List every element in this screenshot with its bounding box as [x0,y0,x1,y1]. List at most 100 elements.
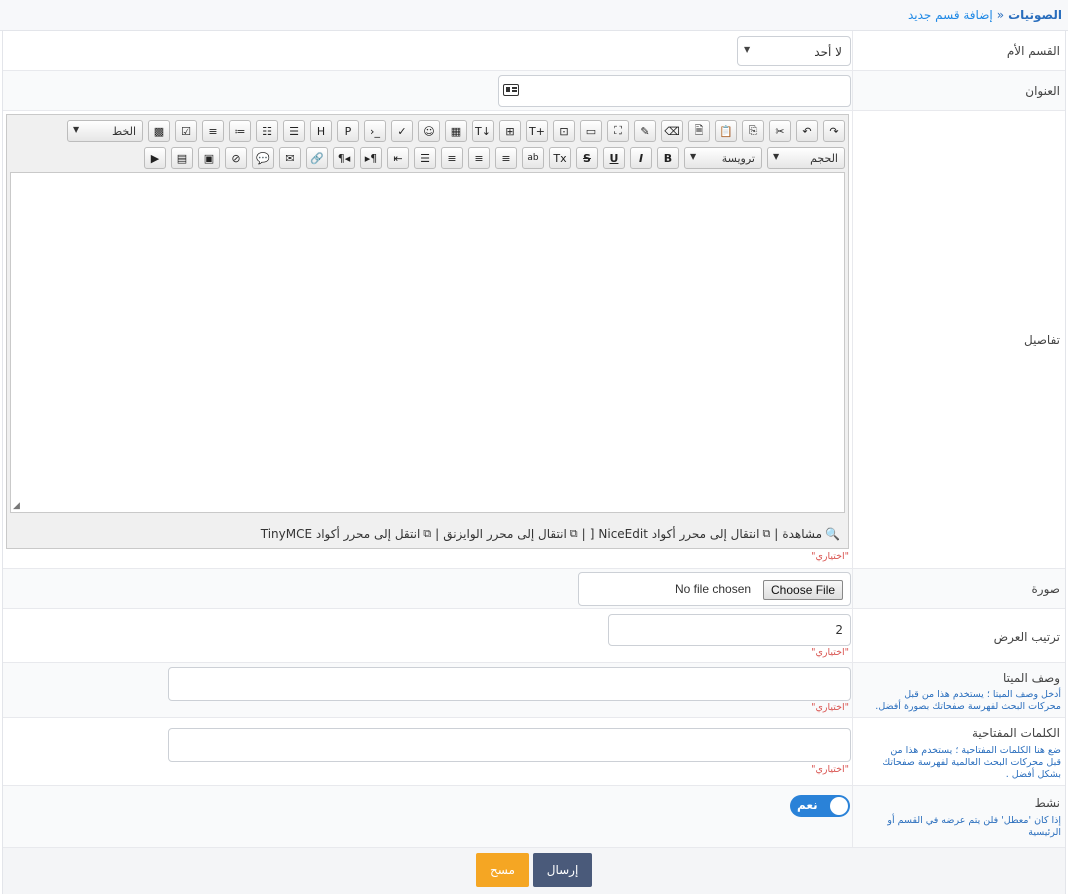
meta-row: وصف الميتا أدخل وصف الميتا ؛ يستخدم هذا … [3,663,1065,718]
eraser-icon[interactable]: ⌫ [661,120,683,142]
spellcheck-icon[interactable]: ✓ [391,120,413,142]
keywords-input[interactable] [168,728,851,762]
indent-icon[interactable]: ⇤ [387,147,409,169]
html-icon[interactable]: H [310,120,332,142]
font-select-label: الخط [112,125,136,138]
parent-row: القسم الأم لا أحد ▼ [3,31,1065,71]
title-input[interactable] [498,75,851,107]
align-center-icon[interactable]: ≡ [468,147,490,169]
unlink-icon[interactable]: ⊘ [225,147,247,169]
paste-text-icon[interactable]: 🗎 [688,120,710,142]
code-icon[interactable]: ›_ [364,120,386,142]
fullscreen-icon[interactable]: ⛶ [607,120,629,142]
redo-icon[interactable]: ↷ [823,120,845,142]
comment-icon[interactable]: 💬 [252,147,274,169]
resize-handle-icon[interactable]: ◢ [13,501,20,511]
justify-icon[interactable]: ☰ [414,147,436,169]
image-icon[interactable]: ▭ [580,120,602,142]
editor-mode-links: 🔍 مشاهدة | ⧉ انتقال إلى محرر أكواد NiceE… [261,527,840,541]
bullet-list-icon[interactable]: ≔ [229,120,251,142]
breadcrumb-root-link[interactable]: الصوتيات [1008,8,1062,22]
tinymce-link-label: انتقل إلى محرر أكواد TinyMCE [260,527,421,541]
text-direction-icon[interactable]: T↓ [472,120,494,142]
email-icon[interactable]: ✉ [279,147,301,169]
paste-icon[interactable]: 📋 [715,120,737,142]
cut-icon[interactable]: ✂ [769,120,791,142]
image-label-cell: صورة [852,569,1065,608]
keywords-label: الكلمات المفتاحية [971,726,1060,740]
video-icon[interactable]: ▶ [144,147,166,169]
chevron-down-icon: ▼ [690,152,697,161]
font-select[interactable]: الخط ▼ [67,120,143,142]
optional-note: "اختياري" [811,551,849,562]
italic-icon[interactable]: I [630,147,652,169]
active-hint-line-2: الرئيسية [1028,827,1061,838]
tinymce-link[interactable]: ⧉ انتقل إلى محرر أكواد TinyMCE [261,527,431,541]
optional-note: "اختياري" [811,764,849,775]
link-icon[interactable]: 🔗 [306,147,328,169]
preview-link[interactable]: 🔍 مشاهدة [782,527,840,541]
keywords-hint-line-3: بشكل أفضل . [1005,769,1061,780]
order-input[interactable]: 2 [608,614,851,646]
emoji-icon[interactable]: ☺ [418,120,440,142]
unordered-list-icon[interactable]: ☷ [256,120,278,142]
add-text-icon[interactable]: T+ [526,120,548,142]
order-row: ترتيب العرض 2 "اختياري" [3,609,1065,663]
add-template-icon[interactable]: ⊞ [499,120,521,142]
clear-format-icon[interactable]: Tx [549,147,571,169]
keywords-hint-line-1: ضع هنا الكلمات المفتاحية ؛ يستخدم هذا من [890,745,1061,756]
meta-hint-line-1: أدخل وصف الميتا ؛ يستخدم هذا من قبل [904,689,1061,700]
undo-icon[interactable]: ↶ [796,120,818,142]
php-icon[interactable]: P [337,120,359,142]
link-separator: | [435,527,440,541]
size-select[interactable]: الحجم ▼ [767,147,845,169]
editor-toolbar-row-1: ↷ ↶ ✂ ⎘ 📋 🗎 ⌫ ✎ ⛶ ▭ ⊡ T+ ⊞ T↓ ▦ ☺ ✓ ›_ P… [67,120,845,142]
clear-button[interactable]: مسح [476,853,529,887]
checklist-icon[interactable]: ☑ [175,120,197,142]
rtl-icon[interactable]: ▸¶ [360,147,382,169]
submit-button[interactable]: إرسال [533,853,592,887]
active-label: نشط [1034,796,1060,810]
template-icon[interactable]: ▦ [445,120,467,142]
underline-icon[interactable]: U [603,147,625,169]
chevron-down-icon: ▼ [73,125,80,134]
parent-select[interactable]: لا أحد ▼ [737,36,851,66]
active-toggle[interactable]: نعم [790,795,850,817]
details-label-cell: تفاصيل [852,111,1065,568]
niceedit-link[interactable]: ⧉ انتقال إلى محرر أكواد NiceEdit [598,527,770,541]
meta-description-input[interactable] [168,667,851,701]
editor-content-area[interactable]: ◢ [10,172,845,513]
bold-icon[interactable]: B [657,147,679,169]
image-label: صورة [1031,582,1060,596]
image-file-input[interactable]: Choose File No file chosen [578,572,851,606]
title-label-cell: العنوان [852,71,1065,110]
breadcrumb-current[interactable]: إضافة قسم جديد [908,8,993,22]
preview-link-label: مشاهدة [782,527,823,541]
gallery-icon[interactable]: ▣ [198,147,220,169]
details-row: تفاصيل ↷ ↶ ✂ ⎘ 📋 🗎 ⌫ ✎ ⛶ ▭ ⊡ T+ ⊞ T↓ ▦ ☺ [3,111,1065,569]
choose-file-button[interactable]: Choose File [763,580,844,600]
list-icon[interactable]: ≡ [202,120,224,142]
toggle-knob [830,797,848,815]
ordered-list-icon[interactable]: ☰ [283,120,305,142]
heading-select[interactable]: ترويسة ▼ [684,147,762,169]
optional-note: "اختياري" [811,647,849,658]
image-gallery-icon[interactable]: ▤ [171,147,193,169]
align-right-icon[interactable]: ≡ [495,147,517,169]
link-separator: | [774,527,779,541]
highlight-icon[interactable]: ab [522,147,544,169]
strikethrough-icon[interactable]: S [576,147,598,169]
wysiwyg-link-label: انتقال إلى محرر الوايزنق [443,527,567,541]
parent-select-value: لا أحد [814,45,842,59]
window-icon: ⧉ [762,527,771,540]
title-row: العنوان [3,71,1065,111]
paste-word-icon[interactable]: ✎ [634,120,656,142]
ltr-icon[interactable]: ¶◂ [333,147,355,169]
align-left-icon[interactable]: ≡ [441,147,463,169]
insert-image-icon[interactable]: ⊡ [553,120,575,142]
wysiwyg-link[interactable]: ⧉ انتقال إلى محرر الوايزنق [443,527,577,541]
heading-select-label: ترويسة [721,152,755,165]
qr-icon[interactable]: ▩ [148,120,170,142]
copy-icon[interactable]: ⎘ [742,120,764,142]
meta-label: وصف الميتا [1002,671,1060,685]
